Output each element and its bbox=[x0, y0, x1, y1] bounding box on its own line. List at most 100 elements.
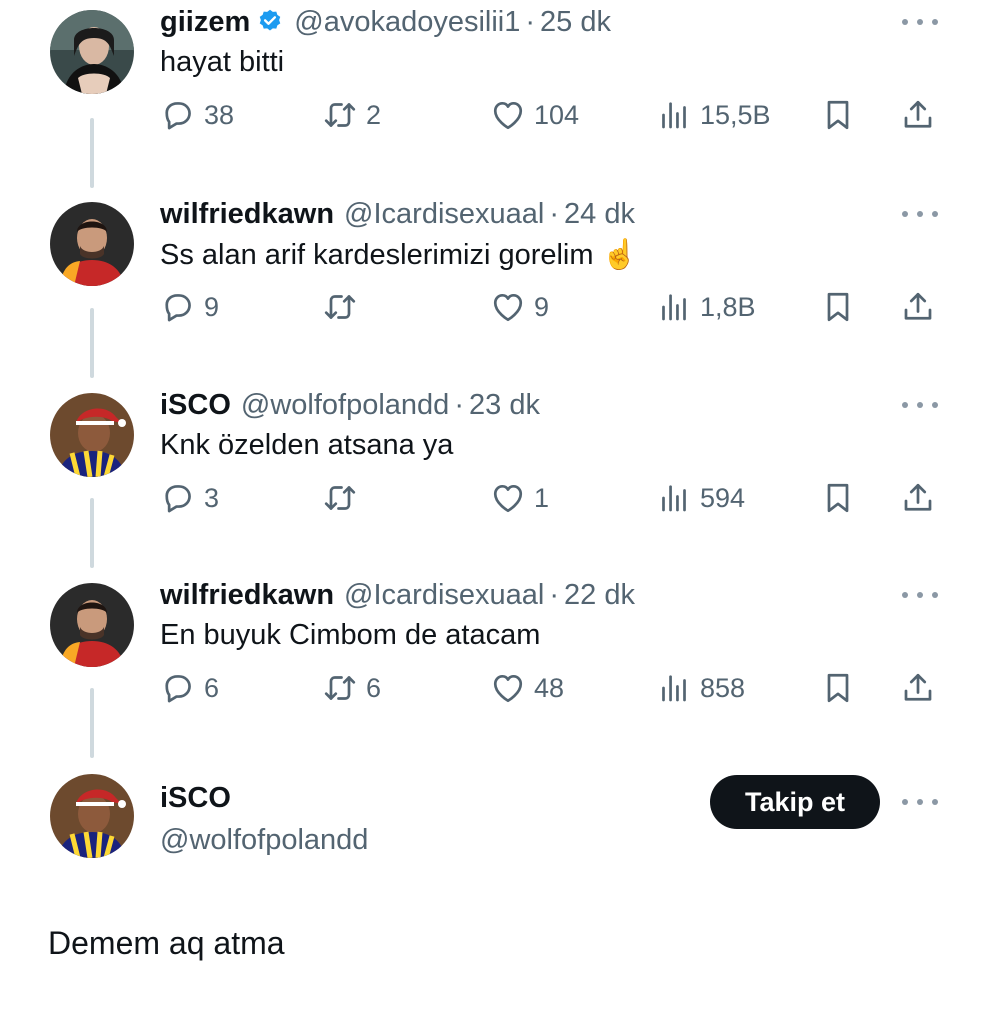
tweet-4[interactable]: wilfriedkawn @Icardisexuaal · 22 dk En b… bbox=[0, 575, 986, 725]
more-icon[interactable] bbox=[900, 393, 940, 417]
tweet-header: giizem @avokadoyesilii1 · 25 dk bbox=[160, 2, 611, 42]
retweet-count: 6 bbox=[366, 672, 382, 703]
like-count: 9 bbox=[534, 291, 550, 322]
avatar[interactable] bbox=[50, 393, 134, 477]
like-count: 104 bbox=[534, 99, 580, 130]
reply-button[interactable]: 9 bbox=[160, 287, 219, 327]
like-icon bbox=[490, 289, 526, 325]
retweet-icon bbox=[322, 289, 358, 325]
reply-button[interactable]: 3 bbox=[160, 478, 219, 518]
bookmark-icon bbox=[820, 670, 856, 706]
share-button[interactable] bbox=[900, 95, 936, 135]
bookmark-button[interactable] bbox=[820, 95, 856, 135]
more-icon[interactable] bbox=[900, 583, 940, 607]
share-button[interactable] bbox=[900, 287, 936, 327]
avatar[interactable] bbox=[50, 10, 134, 94]
author-name[interactable]: iSCO bbox=[160, 389, 231, 422]
timestamp[interactable]: 24 dk bbox=[564, 198, 635, 231]
action-bar: 6 6 48 858 bbox=[160, 668, 950, 708]
like-count: 1 bbox=[534, 482, 550, 513]
avatar[interactable] bbox=[50, 583, 134, 667]
timestamp[interactable]: 25 dk bbox=[540, 6, 611, 39]
bookmark-button[interactable] bbox=[820, 287, 856, 327]
retweet-count: 2 bbox=[366, 99, 382, 130]
reply-button[interactable]: 38 bbox=[160, 95, 234, 135]
focused-author-handle-row: @wolfofpolandd bbox=[160, 820, 368, 860]
retweet-icon bbox=[322, 97, 358, 133]
views-count: 594 bbox=[700, 482, 746, 513]
views-icon bbox=[656, 289, 692, 325]
retweet-button[interactable] bbox=[322, 478, 366, 518]
focused-author-name-row: iSCO bbox=[160, 778, 231, 818]
reply-icon bbox=[160, 480, 196, 516]
retweet-button[interactable]: 2 bbox=[322, 95, 381, 135]
author-handle[interactable]: @Icardisexuaal bbox=[344, 198, 544, 231]
follow-button[interactable]: Takip et bbox=[710, 775, 880, 829]
like-count: 48 bbox=[534, 672, 565, 703]
share-icon bbox=[900, 480, 936, 516]
bookmark-button[interactable] bbox=[820, 668, 856, 708]
views-button[interactable]: 594 bbox=[656, 478, 745, 518]
views-count: 858 bbox=[700, 672, 746, 703]
tweet-2[interactable]: wilfriedkawn @Icardisexuaal · 24 dk Ss a… bbox=[0, 194, 986, 344]
author-handle[interactable]: @wolfofpolandd bbox=[160, 824, 368, 857]
retweet-icon bbox=[322, 670, 358, 706]
author-handle[interactable]: @wolfofpolandd bbox=[241, 389, 449, 422]
views-button[interactable]: 1,8B bbox=[656, 287, 756, 327]
views-button[interactable]: 858 bbox=[656, 668, 745, 708]
tweet-header: iSCO @wolfofpolandd · 23 dk bbox=[160, 385, 540, 425]
author-name[interactable]: iSCO bbox=[160, 782, 231, 815]
action-bar: 9 9 1,8B bbox=[160, 287, 950, 327]
retweet-icon bbox=[322, 480, 358, 516]
retweet-button[interactable]: 6 bbox=[322, 668, 381, 708]
tweet-3[interactable]: iSCO @wolfofpolandd · 23 dk Knk özelden … bbox=[0, 385, 986, 535]
share-icon bbox=[900, 670, 936, 706]
tweet-text: hayat bitti bbox=[160, 46, 285, 78]
reply-count: 38 bbox=[204, 99, 235, 130]
tweet-1[interactable]: giizem @avokadoyesilii1 · 25 dk hayat bi… bbox=[0, 2, 986, 152]
share-icon bbox=[900, 289, 936, 325]
views-count: 15,5B bbox=[700, 99, 771, 130]
views-button[interactable]: 15,5B bbox=[656, 95, 771, 135]
verified-icon bbox=[259, 9, 281, 31]
author-handle[interactable]: @Icardisexuaal bbox=[344, 579, 544, 612]
views-icon bbox=[656, 670, 692, 706]
author-name[interactable]: wilfriedkawn bbox=[160, 198, 334, 231]
reply-icon bbox=[160, 670, 196, 706]
share-button[interactable] bbox=[900, 478, 936, 518]
avatar[interactable] bbox=[50, 202, 134, 286]
like-button[interactable]: 104 bbox=[490, 95, 579, 135]
action-bar: 3 1 594 bbox=[160, 478, 950, 518]
bookmark-icon bbox=[820, 480, 856, 516]
reply-count: 3 bbox=[204, 482, 220, 513]
share-button[interactable] bbox=[900, 668, 936, 708]
tweet-header: wilfriedkawn @Icardisexuaal · 22 dk bbox=[160, 575, 635, 615]
more-icon[interactable] bbox=[900, 790, 940, 814]
separator-dot: · bbox=[454, 388, 464, 421]
action-bar: 38 2 104 15,5B bbox=[160, 95, 950, 135]
reply-button[interactable]: 6 bbox=[160, 668, 219, 708]
timestamp[interactable]: 22 dk bbox=[564, 579, 635, 612]
like-button[interactable]: 48 bbox=[490, 668, 564, 708]
retweet-button[interactable] bbox=[322, 287, 366, 327]
like-icon bbox=[490, 97, 526, 133]
views-count: 1,8B bbox=[700, 291, 756, 322]
bookmark-icon bbox=[820, 97, 856, 133]
author-name[interactable]: giizem bbox=[160, 6, 250, 39]
tweet-header: wilfriedkawn @Icardisexuaal · 24 dk bbox=[160, 194, 635, 234]
avatar[interactable] bbox=[50, 774, 134, 858]
author-handle[interactable]: @avokadoyesilii1 bbox=[294, 6, 520, 39]
author-name[interactable]: wilfriedkawn bbox=[160, 579, 334, 612]
reply-icon bbox=[160, 289, 196, 325]
more-icon[interactable] bbox=[900, 202, 940, 226]
views-icon bbox=[656, 480, 692, 516]
like-button[interactable]: 9 bbox=[490, 287, 549, 327]
tweet-text: En buyuk Cimbom de atacam bbox=[160, 619, 541, 651]
more-icon[interactable] bbox=[900, 10, 940, 34]
separator-dot: · bbox=[549, 197, 560, 230]
bookmark-button[interactable] bbox=[820, 478, 856, 518]
bookmark-icon bbox=[820, 289, 856, 325]
timestamp[interactable]: 23 dk bbox=[469, 389, 540, 422]
like-button[interactable]: 1 bbox=[490, 478, 549, 518]
views-icon bbox=[656, 97, 692, 133]
